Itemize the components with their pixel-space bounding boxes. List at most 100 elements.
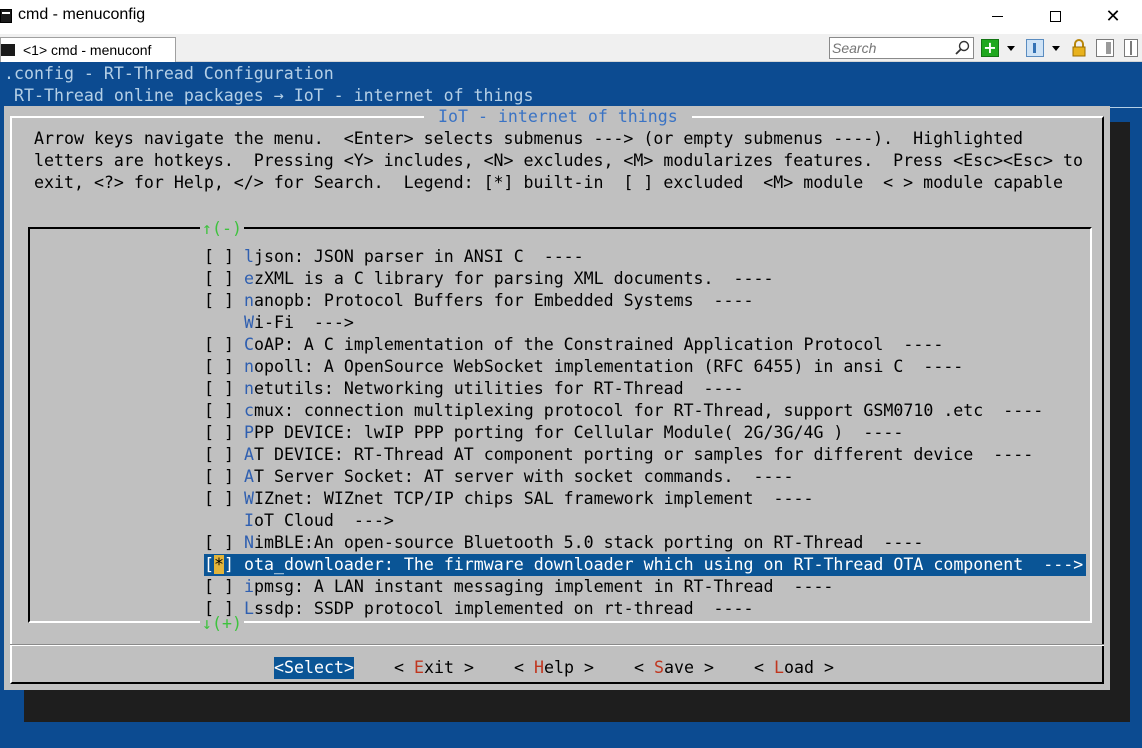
search-input[interactable]	[832, 39, 950, 57]
menu-item-checkbox[interactable]: [ ]	[204, 599, 234, 618]
menu-item-hotkey: L	[243, 599, 254, 618]
menu-item-hotkey: n	[243, 291, 254, 310]
menu-item-label: T DEVICE: RT-Thread AT component porting…	[253, 445, 1034, 464]
button-bracket: <	[514, 658, 534, 677]
console-tab[interactable]: <1> cmd - menuconf	[0, 37, 176, 62]
menuconfig-dialog: IoT - internet of things Arrow keys navi…	[4, 106, 1110, 690]
menu-item-checkbox[interactable]: [*]	[204, 555, 234, 574]
search-icon[interactable]	[954, 40, 972, 56]
menu-item-hotkey: n	[243, 379, 254, 398]
menu-item-checkbox[interactable]: [ ]	[204, 445, 234, 464]
breadcrumb: RT-Thread online packages → IoT - intern…	[4, 86, 544, 105]
menu-item-checkbox[interactable]: [ ]	[204, 467, 234, 486]
button-hotkey: L	[773, 658, 784, 677]
minimize-icon	[991, 15, 1003, 17]
menu-item-label: mux: connection multiplexing protocol fo…	[253, 401, 1044, 420]
button-bracket: <	[394, 658, 414, 677]
menu-item-checkbox[interactable]: [ ]	[204, 247, 234, 266]
help-text-line-2: letters are hotkeys. Pressing <Y> includ…	[34, 151, 1083, 170]
menu-item[interactable]: [ ] AT DEVICE: RT-Thread AT component po…	[204, 444, 1033, 466]
select-button[interactable]: <Select>	[274, 657, 354, 679]
menu-item[interactable]: [ ] netutils: Networking utilities for R…	[204, 378, 744, 400]
menu-item-label: i-Fi --->	[253, 313, 354, 332]
menu-item-label: IZnet: WIZnet TCP/IP chips SAL framework…	[253, 489, 814, 508]
menu-item-hotkey: W	[243, 313, 254, 332]
menu-item-checkbox[interactable]	[204, 313, 234, 332]
menu-item[interactable]: [ ] nopoll: A OpenSource WebSocket imple…	[204, 356, 963, 378]
menu-item-checkbox[interactable]: [ ]	[204, 269, 234, 288]
menu-item-label: etutils: Networking utilities for RT-Thr…	[253, 379, 744, 398]
panel-icon[interactable]	[1124, 39, 1138, 57]
menu-item-label: zXML is a C library for parsing XML docu…	[253, 269, 774, 288]
menu-item-checkbox[interactable]: [ ]	[204, 577, 234, 596]
menu-item[interactable]: [ ] nanopb: Protocol Buffers for Embedde…	[204, 290, 754, 312]
exit-button[interactable]: < Exit >	[394, 657, 474, 679]
menu-item-checkbox[interactable]	[204, 511, 234, 530]
close-icon: ✕	[1105, 6, 1121, 26]
console-tab-icon	[1, 44, 15, 56]
help-text-line-3: exit, <?> for Help, </> for Search. Lege…	[34, 173, 1063, 192]
config-header-title: .config - RT-Thread Configuration	[4, 64, 334, 83]
button-label: oad >	[783, 658, 834, 677]
maximize-icon	[1049, 10, 1061, 22]
maximize-button[interactable]	[1032, 0, 1078, 32]
menu-item-checkbox[interactable]: [ ]	[204, 379, 234, 398]
title-bar: cmd - menuconfig ✕	[0, 0, 1142, 34]
menu-item-checkbox[interactable]: [ ]	[204, 401, 234, 420]
new-console-icon[interactable]: +	[981, 39, 999, 57]
help-text-line-1: Arrow keys navigate the menu. <Enter> se…	[34, 129, 1024, 148]
button-divider	[10, 644, 1104, 646]
menu-item-label: ssdp: SSDP protocol implemented on rt-th…	[253, 599, 754, 618]
menu-item-checkbox[interactable]: [ ]	[204, 291, 234, 310]
menu-item-checkbox[interactable]: [ ]	[204, 489, 234, 508]
minimize-button[interactable]	[974, 0, 1020, 32]
scroll-up-indicator[interactable]: ↑(-)	[200, 218, 244, 240]
menu-item-hotkey: c	[243, 401, 254, 420]
menu-item[interactable]: [ ] AT Server Socket: AT server with soc…	[204, 466, 793, 488]
menu-item-hotkey: A	[243, 445, 254, 464]
view-dropdown-icon[interactable]	[1052, 46, 1060, 51]
menu-item[interactable]: [ ] cmux: connection multiplexing protoc…	[204, 400, 1043, 422]
menu-item[interactable]: [ ] ljson: JSON parser in ANSI C ----	[204, 246, 584, 268]
search-box[interactable]	[829, 37, 974, 59]
button-label: elect>	[294, 658, 354, 677]
menu-item[interactable]: [ ] PPP DEVICE: lwIP PPP porting for Cel…	[204, 422, 903, 444]
menu-item-label: json: JSON parser in ANSI C ----	[253, 247, 584, 266]
lock-icon[interactable]	[1070, 39, 1088, 57]
menu-item-checkbox[interactable]: [ ]	[204, 423, 234, 442]
menu-item-checkbox[interactable]: [ ]	[204, 335, 234, 354]
menu-item-hotkey: C	[243, 335, 254, 354]
menu-item[interactable]: [ ] CoAP: A C implementation of the Cons…	[204, 334, 943, 356]
dialog-title: IoT - internet of things	[424, 106, 692, 128]
menu-item-hotkey: o	[244, 555, 254, 574]
button-hotkey: S	[284, 658, 294, 677]
tab-bar: <1> cmd - menuconf +	[0, 34, 1142, 62]
new-console-dropdown-icon[interactable]	[1007, 46, 1015, 51]
menu-item-hotkey: i	[243, 577, 254, 596]
menu-item[interactable]: [ ] NimBLE:An open-source Bluetooth 5.0 …	[204, 532, 923, 554]
menu-item-hotkey: A	[243, 467, 254, 486]
button-hotkey: S	[653, 658, 664, 677]
menu-item[interactable]: [ ] WIZnet: WIZnet TCP/IP chips SAL fram…	[204, 488, 813, 510]
button-hotkey: H	[533, 658, 544, 677]
menu-item-label: imBLE:An open-source Bluetooth 5.0 stack…	[253, 533, 924, 552]
help-button[interactable]: < Help >	[514, 657, 594, 679]
menu-item[interactable]: [ ] Lssdp: SSDP protocol implemented on …	[204, 598, 754, 620]
menu-item[interactable]: IoT Cloud --->	[204, 510, 394, 532]
dialog-shadow-right	[1110, 122, 1130, 722]
menu-item[interactable]: [ ] ipmsg: A LAN instant messaging imple…	[204, 576, 833, 598]
split-view-icon[interactable]	[1096, 39, 1114, 57]
menu-item-checkbox[interactable]: [ ]	[204, 533, 234, 552]
menu-item[interactable]: [ ] ezXML is a C library for parsing XML…	[204, 268, 773, 290]
menu-item-checkbox[interactable]: [ ]	[204, 357, 234, 376]
menu-item-hotkey: W	[243, 489, 254, 508]
save-button[interactable]: < Save >	[634, 657, 714, 679]
load-button[interactable]: < Load >	[754, 657, 834, 679]
view-icon[interactable]	[1026, 39, 1044, 57]
terminal-area[interactable]: .config - RT-Thread Configuration RT-Thr…	[0, 62, 1142, 748]
menu-item[interactable]: Wi-Fi --->	[204, 312, 354, 334]
window-title: cmd - menuconfig	[18, 6, 146, 23]
close-button[interactable]: ✕	[1090, 0, 1136, 32]
menu-item[interactable]: [*] ota_downloader: The firmware downloa…	[204, 554, 1086, 576]
button-bracket: <	[274, 658, 284, 677]
